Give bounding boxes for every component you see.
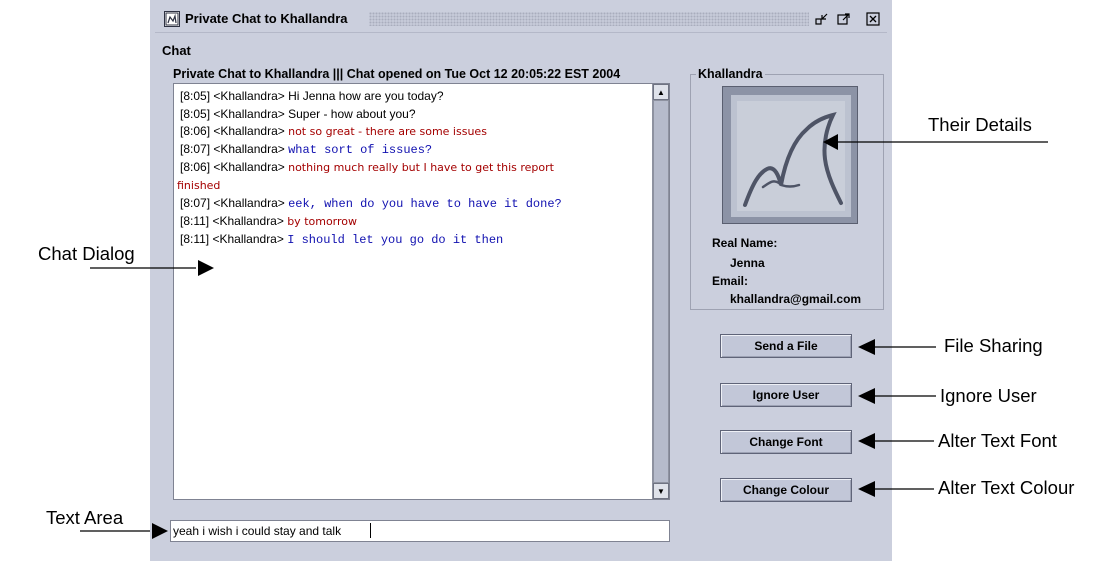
annotation-arrows: [80, 134, 1048, 539]
